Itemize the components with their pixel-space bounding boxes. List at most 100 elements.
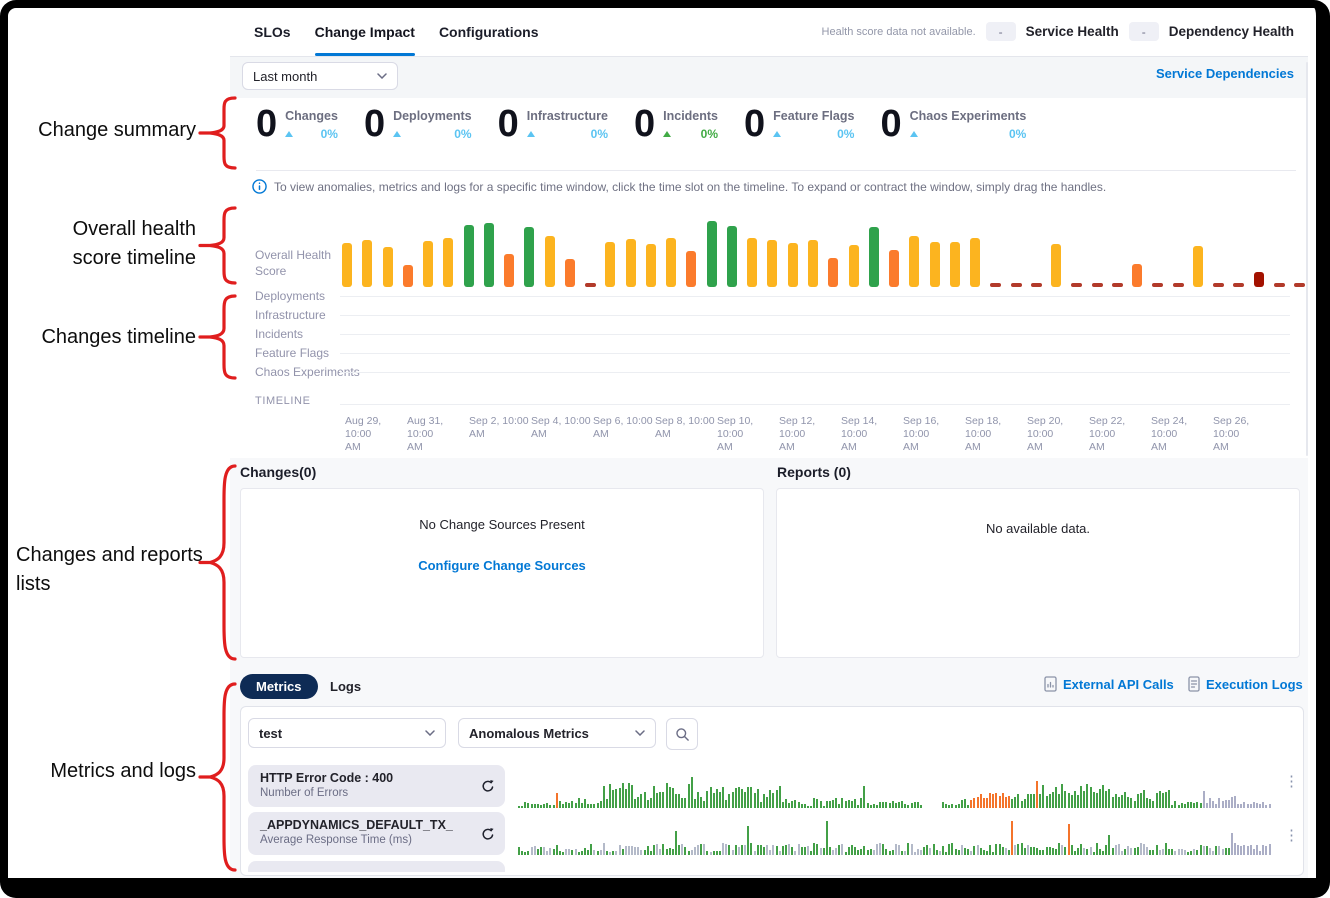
health-score-bar[interactable] (1051, 244, 1061, 287)
search-button[interactable] (666, 718, 698, 750)
timeline-date[interactable]: Aug 31, 10:00AM (407, 415, 467, 454)
health-score-bar[interactable] (808, 240, 818, 287)
external-api-calls-link[interactable]: External API Calls (1044, 676, 1174, 692)
health-score-bar[interactable] (626, 239, 636, 287)
metric-filter-select[interactable]: Anomalous Metrics (458, 718, 656, 748)
timeline-date[interactable]: Sep 26, 10:00AM (1213, 415, 1273, 454)
health-score-timeline[interactable] (342, 214, 1302, 287)
timeline-date[interactable]: Sep 16, 10:00AM (903, 415, 963, 454)
execution-logs-link[interactable]: Execution Logs (1188, 676, 1303, 692)
configure-change-sources-link[interactable]: Configure Change Sources (418, 558, 586, 573)
health-score-bar[interactable] (990, 283, 1001, 287)
health-score-bar[interactable] (545, 236, 555, 287)
sparkline-bar (1127, 846, 1129, 855)
health-score-bar[interactable] (464, 225, 474, 287)
timeline-date[interactable]: Sep 20, 10:00AM (1027, 415, 1087, 454)
more-options-menu[interactable]: ⋮ (1284, 829, 1299, 843)
health-score-bar[interactable] (1193, 246, 1203, 287)
stat-percent: 0% (1009, 127, 1026, 141)
health-score-bar[interactable] (1233, 283, 1244, 287)
more-options-menu[interactable]: ⋮ (1284, 775, 1299, 789)
health-score-bar[interactable] (342, 243, 352, 287)
metric-label-card[interactable]: HTTP Error Code : 400Number of Errors (248, 765, 505, 807)
health-score-bar[interactable] (646, 244, 656, 287)
health-score-bar[interactable] (443, 238, 453, 287)
health-score-bar[interactable] (889, 250, 899, 287)
time-range-select[interactable]: Last month (242, 62, 398, 90)
service-dependencies-link[interactable]: Service Dependencies (1156, 66, 1294, 81)
metric-row-partial[interactable] (248, 861, 505, 872)
trend-up-icon (393, 131, 401, 137)
sparkline-bar (1212, 801, 1214, 808)
sparkline-bar (628, 846, 630, 855)
timeline-date[interactable]: Sep 6, 10:00AM (593, 415, 653, 441)
health-score-bar[interactable] (788, 243, 798, 287)
health-score-bar[interactable] (1152, 283, 1163, 287)
health-score-bar[interactable] (383, 247, 393, 287)
health-score-bar[interactable] (727, 226, 737, 287)
health-score-bar[interactable] (767, 240, 777, 287)
health-score-bar[interactable] (849, 245, 859, 287)
health-score-bar[interactable] (504, 254, 514, 287)
health-score-bar[interactable] (869, 227, 879, 287)
health-score-bar[interactable] (666, 238, 676, 287)
health-score-bar[interactable] (1011, 283, 1022, 287)
annotation-brace (198, 206, 238, 285)
health-score-bar[interactable] (909, 236, 919, 287)
health-score-bar[interactable] (1294, 283, 1305, 287)
health-score-bar[interactable] (524, 227, 534, 287)
health-score-bar[interactable] (950, 242, 960, 287)
sparkline-bar (619, 788, 621, 808)
tab-configurations[interactable]: Configurations (439, 9, 539, 56)
health-score-bar[interactable] (565, 259, 575, 287)
sparkline-bar (763, 847, 765, 855)
timeline-date[interactable]: Sep 4, 10:00AM (531, 415, 591, 441)
sparkline-bar (584, 799, 586, 808)
scrollbar-track[interactable] (1306, 62, 1308, 456)
health-score-bar[interactable] (362, 240, 372, 287)
health-score-bar[interactable] (605, 242, 615, 287)
service-filter-select[interactable]: test (248, 718, 446, 748)
timeline-date[interactable]: Sep 12, 10:00AM (779, 415, 839, 454)
timeline-date[interactable]: Sep 22, 10:00AM (1089, 415, 1149, 454)
health-score-bar[interactable] (1092, 283, 1103, 287)
health-score-bar[interactable] (970, 238, 980, 287)
health-score-bar[interactable] (1132, 264, 1142, 287)
tab-logs[interactable]: Logs (330, 679, 361, 694)
health-score-bar[interactable] (707, 221, 717, 287)
health-score-bar[interactable] (1031, 283, 1042, 287)
tab-change-impact[interactable]: Change Impact (315, 9, 415, 56)
timeline-date[interactable]: Sep 2, 10:00AM (469, 415, 529, 441)
sparkline-bar (929, 848, 931, 855)
health-score-bar[interactable] (1274, 283, 1285, 287)
health-score-bar[interactable] (828, 258, 838, 287)
health-score-bar[interactable] (1254, 272, 1264, 287)
sparkline-bar (788, 803, 790, 808)
health-score-bar[interactable] (403, 265, 413, 287)
timeline-date[interactable]: Sep 8, 10:00AM (655, 415, 715, 441)
tab-metrics[interactable]: Metrics (240, 674, 318, 699)
sparkline-bar (826, 801, 828, 808)
health-score-bar[interactable] (484, 223, 494, 287)
timeline-date[interactable]: Sep 14, 10:00AM (841, 415, 901, 454)
refresh-icon[interactable] (481, 779, 495, 793)
timeline-date[interactable]: Sep 18, 10:00AM (965, 415, 1025, 454)
metric-label-card[interactable]: _APPDYNAMICS_DEFAULT_TX_Average Response… (248, 812, 505, 855)
timeline-date[interactable]: Sep 24, 10:00AM (1151, 415, 1211, 454)
health-score-bar[interactable] (1173, 283, 1184, 287)
tab-slos[interactable]: SLOs (254, 9, 291, 56)
timeline-date[interactable]: Sep 10, 10:00AM (717, 415, 777, 454)
health-score-bar[interactable] (747, 238, 757, 287)
sparkline-bar (848, 847, 850, 855)
health-score-bar[interactable] (585, 283, 596, 287)
health-score-bar[interactable] (930, 242, 940, 287)
health-score-bar[interactable] (1071, 283, 1082, 287)
health-score-bar[interactable] (423, 241, 433, 287)
sparkline-bar (656, 844, 658, 855)
health-score-bar[interactable] (686, 251, 696, 287)
sparkline-bar (1039, 850, 1041, 855)
timeline-date[interactable]: Aug 29, 10:00AM (345, 415, 405, 454)
health-score-bar[interactable] (1213, 283, 1224, 287)
health-score-bar[interactable] (1112, 283, 1123, 287)
refresh-icon[interactable] (481, 827, 495, 841)
